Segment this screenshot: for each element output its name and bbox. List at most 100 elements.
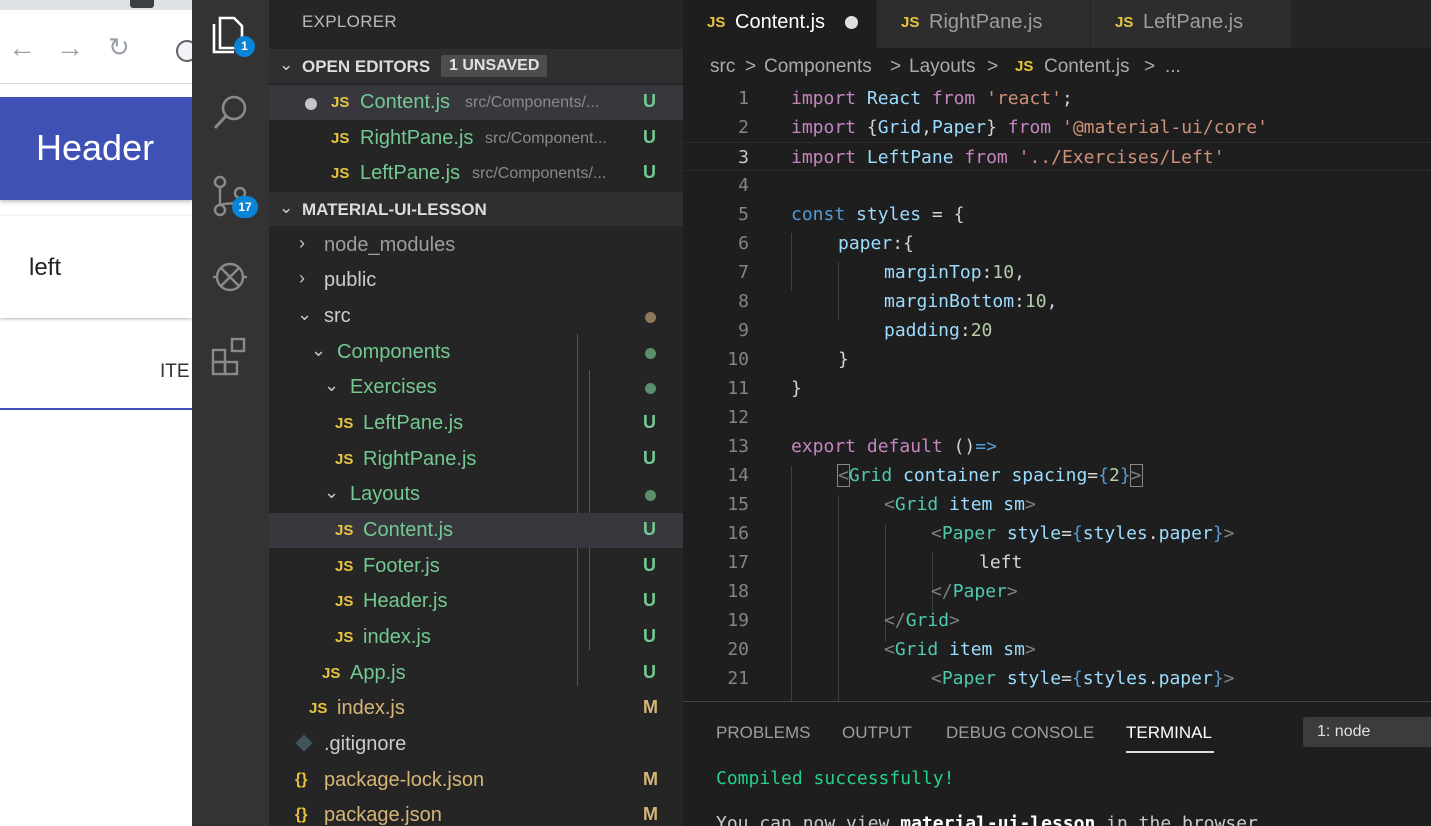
tree-item-label: Content.js (363, 519, 454, 541)
tree-item-label: RightPane.js (363, 448, 477, 470)
breadcrumb-src[interactable]: src (710, 56, 735, 78)
code-text: marginBottom:10, (884, 291, 1058, 312)
tree-folder[interactable]: › node_modules (269, 228, 683, 263)
tree-folder[interactable]: ⌄ Layouts (269, 477, 683, 512)
tab-output[interactable]: OUTPUT (842, 723, 912, 743)
line-number: 16 (727, 523, 749, 544)
site-info-icon[interactable] (176, 40, 192, 62)
line-number: 11 (727, 378, 749, 399)
git-status: U (643, 448, 656, 468)
js-file-icon: JS (335, 558, 354, 575)
tree-folder[interactable]: › public (269, 263, 683, 298)
tree-file[interactable]: JS LeftPane.js U (269, 406, 683, 441)
breadcrumb-layouts[interactable]: Layouts (909, 56, 976, 78)
breadcrumb: src > Components > Layouts > JS Content.… (683, 48, 1431, 84)
git-file-icon (295, 734, 313, 752)
tree-file[interactable]: JS Header.js U (269, 584, 683, 619)
tree-file[interactable]: JS RightPane.js U (269, 442, 683, 477)
debug-icon[interactable] (210, 255, 252, 297)
js-file-icon: JS (331, 165, 350, 182)
tree-item-label: public (324, 269, 377, 291)
paper-text: left (29, 254, 62, 281)
git-status: U (643, 412, 656, 432)
tree-item-label: Header.js (363, 590, 448, 612)
tree-file[interactable]: JS App.js U (269, 656, 683, 691)
chevron-right-icon: › (299, 233, 305, 253)
tree-item-label: Components (337, 341, 451, 363)
tree-file[interactable]: JS index.js M (269, 691, 683, 726)
open-editor-item[interactable]: JS RightPane.js src/Component... U (269, 121, 683, 156)
open-editor-item[interactable]: JS LeftPane.js src/Components/... U (269, 156, 683, 191)
source-control-icon[interactable]: 17 (210, 175, 258, 218)
tab-rightpane-js[interactable]: JS RightPane.js (877, 0, 1090, 48)
code-text: </Grid> (884, 610, 960, 631)
terminal-project-name: material-ui-lesson (900, 813, 1096, 826)
explorer-title: EXPLORER (302, 12, 397, 31)
open-editor-path: src/Components/... (472, 165, 607, 182)
code-text: <Grid item sm> (884, 639, 1036, 660)
browser-tab-strip[interactable] (0, 0, 192, 10)
tree-file[interactable]: JS Footer.js U (269, 549, 683, 584)
tree-item-label: node_modules (324, 234, 456, 256)
json-file-icon: {} (295, 771, 308, 788)
tree-file-selected[interactable]: JS Content.js U (269, 513, 683, 548)
js-file-icon: JS (335, 593, 354, 610)
code-text: } (791, 378, 802, 399)
chevron-down-icon: ⌄ (311, 340, 327, 360)
js-file-icon: JS (707, 14, 726, 31)
tab-terminal[interactable]: TERMINAL (1126, 723, 1212, 743)
open-editor-item[interactable]: JS Content.js src/Components/... U (269, 85, 683, 120)
unsaved-dot-icon[interactable] (305, 98, 317, 110)
tree-item-label: LeftPane.js (363, 412, 464, 434)
terminal-output-line: You can now view material-ui-lesson in t… (716, 813, 1269, 826)
git-status: U (643, 662, 656, 682)
line-number: 21 (727, 668, 749, 689)
tree-item-label: index.js (363, 626, 431, 648)
code-line: 20 <Grid item sm> (683, 635, 1431, 664)
code-text: const styles = { (791, 204, 965, 225)
breadcrumb-components[interactable]: Components (764, 56, 872, 78)
js-file-icon: JS (322, 665, 341, 682)
code-line: 6 paper:{ (683, 229, 1431, 258)
tab-content-js[interactable]: JS Content.js (683, 0, 876, 48)
line-number: 2 (738, 117, 749, 138)
chevron-down-icon: ⌄ (279, 198, 294, 217)
tab-problems[interactable]: PROBLEMS (716, 723, 810, 743)
unsaved-dot-icon[interactable] (845, 16, 858, 29)
code-line: 10 } (683, 345, 1431, 374)
tree-folder[interactable]: ⌄ Exercises (269, 370, 683, 405)
tree-file[interactable]: {} package.json M (269, 798, 683, 826)
app-tab-label[interactable]: ITE (160, 361, 190, 383)
tab-leftpane-js[interactable]: JS LeftPane.js (1091, 0, 1291, 48)
tree-item-label: src (324, 305, 351, 327)
code-line: 8 marginBottom:10, (683, 287, 1431, 316)
tab-debug-console[interactable]: DEBUG CONSOLE (946, 723, 1094, 743)
js-file-icon: JS (331, 130, 350, 147)
tree-folder[interactable]: ⌄ src (269, 299, 683, 334)
code-editor[interactable]: 1 import React from 'react'; 2 import {G… (683, 84, 1431, 701)
files-icon[interactable]: 1 (210, 14, 255, 57)
line-number: 1 (738, 88, 749, 109)
reload-icon[interactable]: ↻ (108, 34, 130, 60)
tree-folder[interactable]: ⌄ Components (269, 335, 683, 370)
project-header[interactable]: ⌄ MATERIAL-UI-LESSON (269, 192, 683, 226)
git-status: M (643, 697, 658, 717)
terminal-selector[interactable]: 1: node (1303, 717, 1431, 747)
tree-file[interactable]: JS index.js U (269, 620, 683, 655)
tree-file[interactable]: {} package-lock.json M (269, 763, 683, 798)
forward-arrow-icon[interactable]: → (56, 34, 84, 62)
search-icon[interactable] (210, 92, 252, 134)
code-line: 1 import React from 'react'; (683, 84, 1431, 113)
js-file-icon: JS (1115, 14, 1134, 31)
chevron-down-icon: ⌄ (297, 304, 313, 324)
back-arrow-icon[interactable]: ← (8, 34, 36, 62)
breadcrumb-file[interactable]: Content.js (1044, 56, 1130, 78)
tab-label: RightPane.js (929, 11, 1043, 33)
extensions-icon[interactable] (210, 336, 252, 378)
open-editors-header[interactable]: ⌄ OPEN EDITORS 1 UNSAVED (269, 49, 683, 83)
code-text: import {Grid,Paper} from '@material-ui/c… (791, 117, 1268, 138)
git-status: U (643, 555, 656, 575)
breadcrumb-symbol[interactable]: ... (1165, 56, 1181, 78)
bottom-panel: PROBLEMS OUTPUT DEBUG CONSOLE TERMINAL 1… (683, 701, 1431, 826)
tree-file[interactable]: .gitignore (269, 727, 683, 762)
